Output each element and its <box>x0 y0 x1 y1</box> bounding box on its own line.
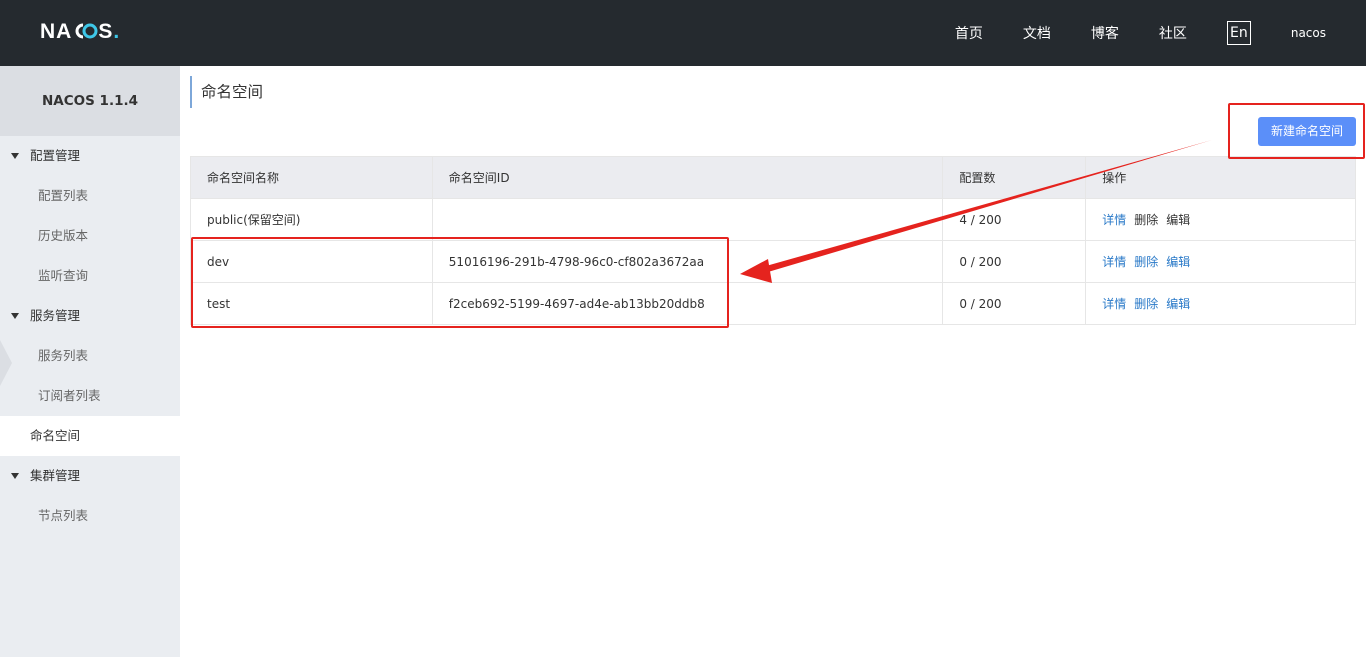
namespace-id: 51016196-291b-4798-96c0-cf802a3672aa <box>431 240 944 283</box>
namespace-name: public(保留空间) <box>190 198 433 241</box>
nav-docs[interactable]: 文档 <box>1023 23 1051 43</box>
table-row: test f2ceb692-5199-4697-ad4e-ab13bb20ddb… <box>190 282 1356 325</box>
sidebar-group-config[interactable]: 配置管理 <box>0 136 180 176</box>
config-count: 0 / 200 <box>942 240 1087 283</box>
column-header-actions: 操作 <box>1085 156 1356 199</box>
language-toggle[interactable]: En <box>1226 21 1251 45</box>
nacos-logo[interactable]: NA S. <box>40 20 120 44</box>
sidebar-group-label: 集群管理 <box>30 468 81 483</box>
sidebar-item-history[interactable]: 历史版本 <box>0 216 180 256</box>
user-menu[interactable]: nacos <box>1291 26 1326 40</box>
logo-co-glyph <box>72 21 98 39</box>
sidebar-group-label: 服务管理 <box>30 308 81 323</box>
caret-down-icon <box>11 313 19 319</box>
sidebar-title: NACOS 1.1.4 <box>0 66 180 136</box>
row-actions: 详情 删除 编辑 <box>1085 240 1356 283</box>
delete-link[interactable]: 删除 <box>1134 297 1158 311</box>
column-header-id: 命名空间ID <box>431 156 944 199</box>
detail-link[interactable]: 详情 <box>1102 297 1126 311</box>
nav-blog[interactable]: 博客 <box>1091 23 1119 43</box>
sidebar-item-namespace[interactable]: 命名空间 <box>0 416 180 456</box>
namespace-name: test <box>190 282 433 325</box>
caret-down-icon <box>11 153 19 159</box>
detail-link[interactable]: 详情 <box>1102 255 1126 269</box>
table-row: public(保留空间) 4 / 200 详情 删除 编辑 <box>190 198 1356 241</box>
row-actions: 详情 删除 编辑 <box>1085 198 1356 241</box>
config-count: 0 / 200 <box>942 282 1087 325</box>
row-actions: 详情 删除 编辑 <box>1085 282 1356 325</box>
column-header-name: 命名空间名称 <box>190 156 433 199</box>
sidebar-item-subscriber-list[interactable]: 订阅者列表 <box>0 376 180 416</box>
edit-link[interactable]: 编辑 <box>1166 255 1190 269</box>
namespace-id <box>431 198 944 241</box>
logo-text-left: NA <box>40 20 73 43</box>
sidebar-item-config-list[interactable]: 配置列表 <box>0 176 180 216</box>
nav-home[interactable]: 首页 <box>955 23 983 43</box>
column-header-count: 配置数 <box>942 156 1087 199</box>
logo-dot: . <box>113 20 121 43</box>
page-title: 命名空间 <box>190 76 263 108</box>
caret-down-icon <box>11 473 19 479</box>
sidebar-item-service-list[interactable]: 服务列表 <box>0 336 180 376</box>
delete-link[interactable]: 删除 <box>1134 255 1158 269</box>
config-count: 4 / 200 <box>942 198 1087 241</box>
table-header-row: 命名空间名称 命名空间ID 配置数 操作 <box>190 156 1356 199</box>
sidebar-group-service[interactable]: 服务管理 <box>0 296 180 336</box>
top-nav: 首页 文档 博客 社区 En nacos <box>955 0 1366 66</box>
namespace-table: 命名空间名称 命名空间ID 配置数 操作 public(保留空间) 4 / 20… <box>190 156 1356 325</box>
sidebar: NACOS 1.1.4 配置管理 配置列表 历史版本 监听查询 服务管理 服务列… <box>0 66 180 657</box>
sidebar-item-node-list[interactable]: 节点列表 <box>0 496 180 536</box>
logo-text-right: S <box>98 20 114 43</box>
sidebar-item-listener-query[interactable]: 监听查询 <box>0 256 180 296</box>
delete-link[interactable]: 删除 <box>1134 213 1158 227</box>
namespace-name: dev <box>190 240 433 283</box>
detail-link[interactable]: 详情 <box>1102 213 1126 227</box>
top-nav-bar: NA S. 首页 文档 博客 社区 En nacos <box>0 0 1366 66</box>
edit-link[interactable]: 编辑 <box>1166 297 1190 311</box>
nav-community[interactable]: 社区 <box>1159 23 1187 43</box>
main-content: 命名空间 新建命名空间 命名空间名称 命名空间ID 配置数 操作 public(… <box>180 66 1366 657</box>
edit-link[interactable]: 编辑 <box>1166 213 1190 227</box>
sidebar-group-label: 配置管理 <box>30 148 81 163</box>
sidebar-group-cluster[interactable]: 集群管理 <box>0 456 180 496</box>
table-row: dev 51016196-291b-4798-96c0-cf802a3672aa… <box>190 240 1356 283</box>
namespace-id: f2ceb692-5199-4697-ad4e-ab13bb20ddb8 <box>431 282 944 325</box>
new-namespace-button[interactable]: 新建命名空间 <box>1258 117 1356 146</box>
